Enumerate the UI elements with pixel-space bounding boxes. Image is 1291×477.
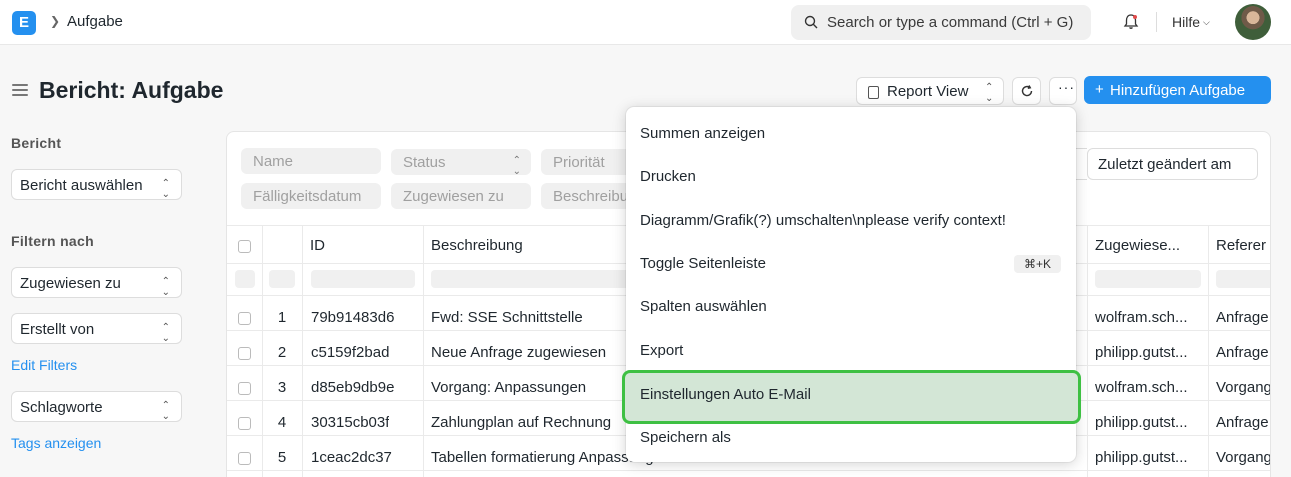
cell-id[interactable]: d85eb9db9e xyxy=(311,379,394,396)
column-filter-placeholder xyxy=(269,270,295,288)
filter-section-label: Filtern nach xyxy=(11,233,94,249)
add-task-button[interactable]: + Hinzufügen Aufgabe xyxy=(1084,76,1271,104)
row-number: 2 xyxy=(277,344,287,361)
more-actions-button[interactable]: ··· xyxy=(1049,77,1077,105)
filter-status-label: Status xyxy=(403,154,446,171)
cell-id[interactable]: 30315cb03f xyxy=(311,414,389,431)
column-header-assigned[interactable]: Zugewiese... xyxy=(1095,237,1180,254)
row-checkbox[interactable] xyxy=(238,312,251,325)
cell-assigned[interactable]: wolfram.sch... xyxy=(1095,309,1203,326)
updown-icon: ⌃ ⌄ xyxy=(161,322,170,344)
filter-status[interactable]: Status ⌃ ⌄ xyxy=(391,149,531,175)
search-input[interactable] xyxy=(827,5,1089,40)
filter-created-by-label: Erstellt von xyxy=(20,321,95,338)
help-dropdown[interactable]: Hilfe ⌵ xyxy=(1172,14,1210,30)
column-header-id[interactable]: ID xyxy=(310,237,325,254)
tags-select[interactable]: Schlagworte ⌃ ⌄ xyxy=(11,391,182,422)
column-filter-description[interactable] xyxy=(431,270,631,288)
navbar-divider xyxy=(1156,12,1157,32)
row-number: 4 xyxy=(277,414,287,431)
report-view-button[interactable]: Report View ⌃ ⌄ xyxy=(856,77,1004,105)
top-navbar: E ❯ Aufgabe Hilfe⌵ xyxy=(0,0,1291,45)
refresh-icon xyxy=(1021,85,1033,97)
row-number: 3 xyxy=(277,379,287,396)
report-select[interactable]: Bericht auswählen ⌃ ⌄ xyxy=(11,169,182,200)
cell-assigned[interactable]: wolfram.sch... xyxy=(1095,379,1203,396)
document-icon xyxy=(868,86,879,99)
show-tags-link[interactable]: Tags anzeigen xyxy=(11,435,101,451)
select-all-checkbox[interactable] xyxy=(238,240,251,253)
cell-reference[interactable]: Anfrage xyxy=(1216,344,1270,361)
row-checkbox[interactable] xyxy=(238,382,251,395)
cell-assigned[interactable]: philipp.gutst... xyxy=(1095,414,1203,431)
menu-item-export[interactable]: Export xyxy=(640,342,683,359)
app-logo[interactable]: E xyxy=(12,11,36,35)
keyboard-shortcut-badge: ⌘+K xyxy=(1014,255,1061,273)
plus-icon: + xyxy=(1095,81,1104,98)
cell-reference[interactable]: Anfrage xyxy=(1216,309,1270,326)
add-task-label: Hinzufügen Aufgabe xyxy=(1110,82,1246,99)
cell-assigned[interactable]: philipp.gutst... xyxy=(1095,344,1203,361)
notification-bell-icon[interactable] xyxy=(1121,12,1141,32)
filter-created-by-select[interactable]: Erstellt von ⌃ ⌄ xyxy=(11,313,182,344)
breadcrumb-aufgabe[interactable]: Aufgabe xyxy=(67,13,123,30)
column-filter-id[interactable] xyxy=(311,270,415,288)
tags-select-label: Schlagworte xyxy=(20,399,103,416)
row-checkbox[interactable] xyxy=(238,452,251,465)
page-title: Bericht: Aufgabe xyxy=(39,77,224,103)
cell-reference[interactable]: Vorgang xyxy=(1216,379,1270,396)
updown-icon: ⌃ ⌄ xyxy=(161,178,170,200)
column-header-description[interactable]: Beschreibung xyxy=(431,237,523,254)
cell-id[interactable]: c5159f2bad xyxy=(311,344,389,361)
column-header-reference[interactable]: Referer xyxy=(1216,237,1266,254)
menu-item-print[interactable]: Drucken xyxy=(640,168,696,185)
more-actions-menu: Summen anzeigen Drucken Diagramm/Grafik(… xyxy=(622,107,1081,462)
report-section-label: Bericht xyxy=(11,135,62,151)
report-view-label: Report View xyxy=(887,83,969,100)
menu-item-toggle-sidebar[interactable]: Toggle Seitenleiste xyxy=(640,255,766,272)
cell-reference[interactable]: Anfrage xyxy=(1216,414,1270,431)
menu-item-show-totals[interactable]: Summen anzeigen xyxy=(640,125,765,142)
sidebar-toggle-icon[interactable] xyxy=(12,84,28,98)
row-checkbox[interactable] xyxy=(238,347,251,360)
column-filter-reference[interactable] xyxy=(1216,270,1270,288)
help-label: Hilfe xyxy=(1172,14,1201,30)
updown-icon: ⌃ ⌄ xyxy=(512,155,521,175)
cell-id[interactable]: 79b91483d6 xyxy=(311,309,394,326)
more-label: ··· xyxy=(1058,79,1075,95)
row-checkbox[interactable] xyxy=(238,417,251,430)
chevron-right-icon: ❯ xyxy=(50,14,61,28)
filter-name[interactable]: Name xyxy=(241,148,381,174)
cell-assigned[interactable]: philipp.gutst... xyxy=(1095,449,1203,466)
user-avatar[interactable] xyxy=(1235,4,1271,40)
row-number: 1 xyxy=(277,309,287,326)
chevron-down-icon: ⌵ xyxy=(1203,17,1210,27)
filter-due-date[interactable]: Fälligkeitsdatum xyxy=(241,183,381,209)
menu-item-auto-email-label: Einstellungen Auto E-Mail xyxy=(640,386,811,403)
search-icon xyxy=(804,15,818,29)
filter-assigned-select[interactable]: Zugewiesen zu ⌃ ⌄ xyxy=(11,267,182,298)
search-bar[interactable] xyxy=(791,5,1091,40)
cell-id[interactable]: 1ceac2dc37 xyxy=(311,449,392,466)
edit-filters-link[interactable]: Edit Filters xyxy=(11,357,77,373)
filter-assigned-to[interactable]: Zugewiesen zu xyxy=(391,183,531,209)
menu-item-save-as[interactable]: Speichern als xyxy=(640,429,731,446)
refresh-button[interactable] xyxy=(1012,77,1041,105)
cell-reference[interactable]: Vorgang xyxy=(1216,449,1270,466)
row-number: 5 xyxy=(277,449,287,466)
column-filter-assigned[interactable] xyxy=(1095,270,1201,288)
updown-icon: ⌃ ⌄ xyxy=(985,82,994,104)
menu-item-pick-columns[interactable]: Spalten auswählen xyxy=(640,298,767,315)
filter-assigned-label: Zugewiesen zu xyxy=(20,275,121,292)
updown-icon: ⌃ ⌄ xyxy=(161,400,170,422)
report-select-label: Bericht auswählen xyxy=(20,177,143,194)
updown-icon: ⌃ ⌄ xyxy=(161,276,170,298)
column-filter-placeholder xyxy=(235,270,255,288)
menu-item-toggle-chart[interactable]: Diagramm/Grafik(?) umschalten\nplease ve… xyxy=(640,212,1006,229)
sort-by-button[interactable]: Zuletzt geändert am xyxy=(1087,148,1258,180)
menu-item-auto-email-settings[interactable]: Einstellungen Auto E-Mail xyxy=(622,370,1081,424)
